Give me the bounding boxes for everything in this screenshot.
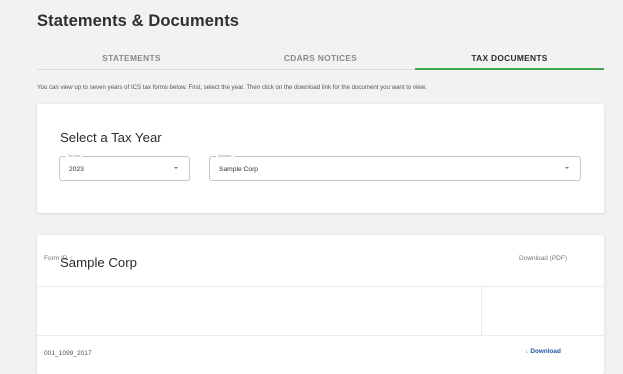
- chevron-down-icon: [174, 167, 178, 169]
- download-arrow-icon: ↓: [525, 348, 529, 355]
- depositor-select[interactable]: Depositor Sample Corp: [209, 154, 581, 181]
- tax-year-card-title: Select a Tax Year: [60, 130, 162, 145]
- depositor-value: Sample Corp: [219, 166, 259, 173]
- tab-statements[interactable]: STATEMENTS: [37, 50, 226, 70]
- tax-year-card: Select a Tax Year Tax Year 2023 Deposito…: [37, 104, 604, 213]
- tax-year-label: Tax Year: [66, 154, 83, 159]
- document-tabs: STATEMENTS CDARS NOTICES TAX DOCUMENTS: [37, 50, 604, 70]
- download-column-header: Download (PDF): [518, 255, 568, 262]
- chevron-down-icon: [565, 167, 569, 169]
- download-link-label: Download: [530, 348, 561, 355]
- tab-tax-documents[interactable]: TAX DOCUMENTS: [415, 50, 604, 70]
- column-divider: [481, 286, 482, 336]
- tax-year-select[interactable]: Tax Year 2023: [59, 154, 190, 181]
- table-header: [37, 286, 604, 336]
- arrow-up-icon: ↑: [69, 255, 73, 262]
- page-title: Statements & Documents: [37, 12, 240, 30]
- table-row-form-id: 001_1099_2017: [44, 350, 92, 357]
- form-id-column-header[interactable]: Form ID ↑: [44, 255, 73, 262]
- form-id-header-label: Form ID: [44, 255, 68, 262]
- tax-year-value: 2023: [69, 166, 84, 173]
- depositor-label: Depositor: [216, 154, 234, 159]
- download-link[interactable]: ↓ Download: [482, 348, 604, 355]
- tab-cdars-notices[interactable]: CDARS NOTICES: [226, 50, 415, 70]
- documents-card: Sample Corp Form ID ↑ Download (PDF) 001_…: [37, 235, 604, 374]
- info-text: You can view up to seven years of ICS ta…: [37, 84, 427, 91]
